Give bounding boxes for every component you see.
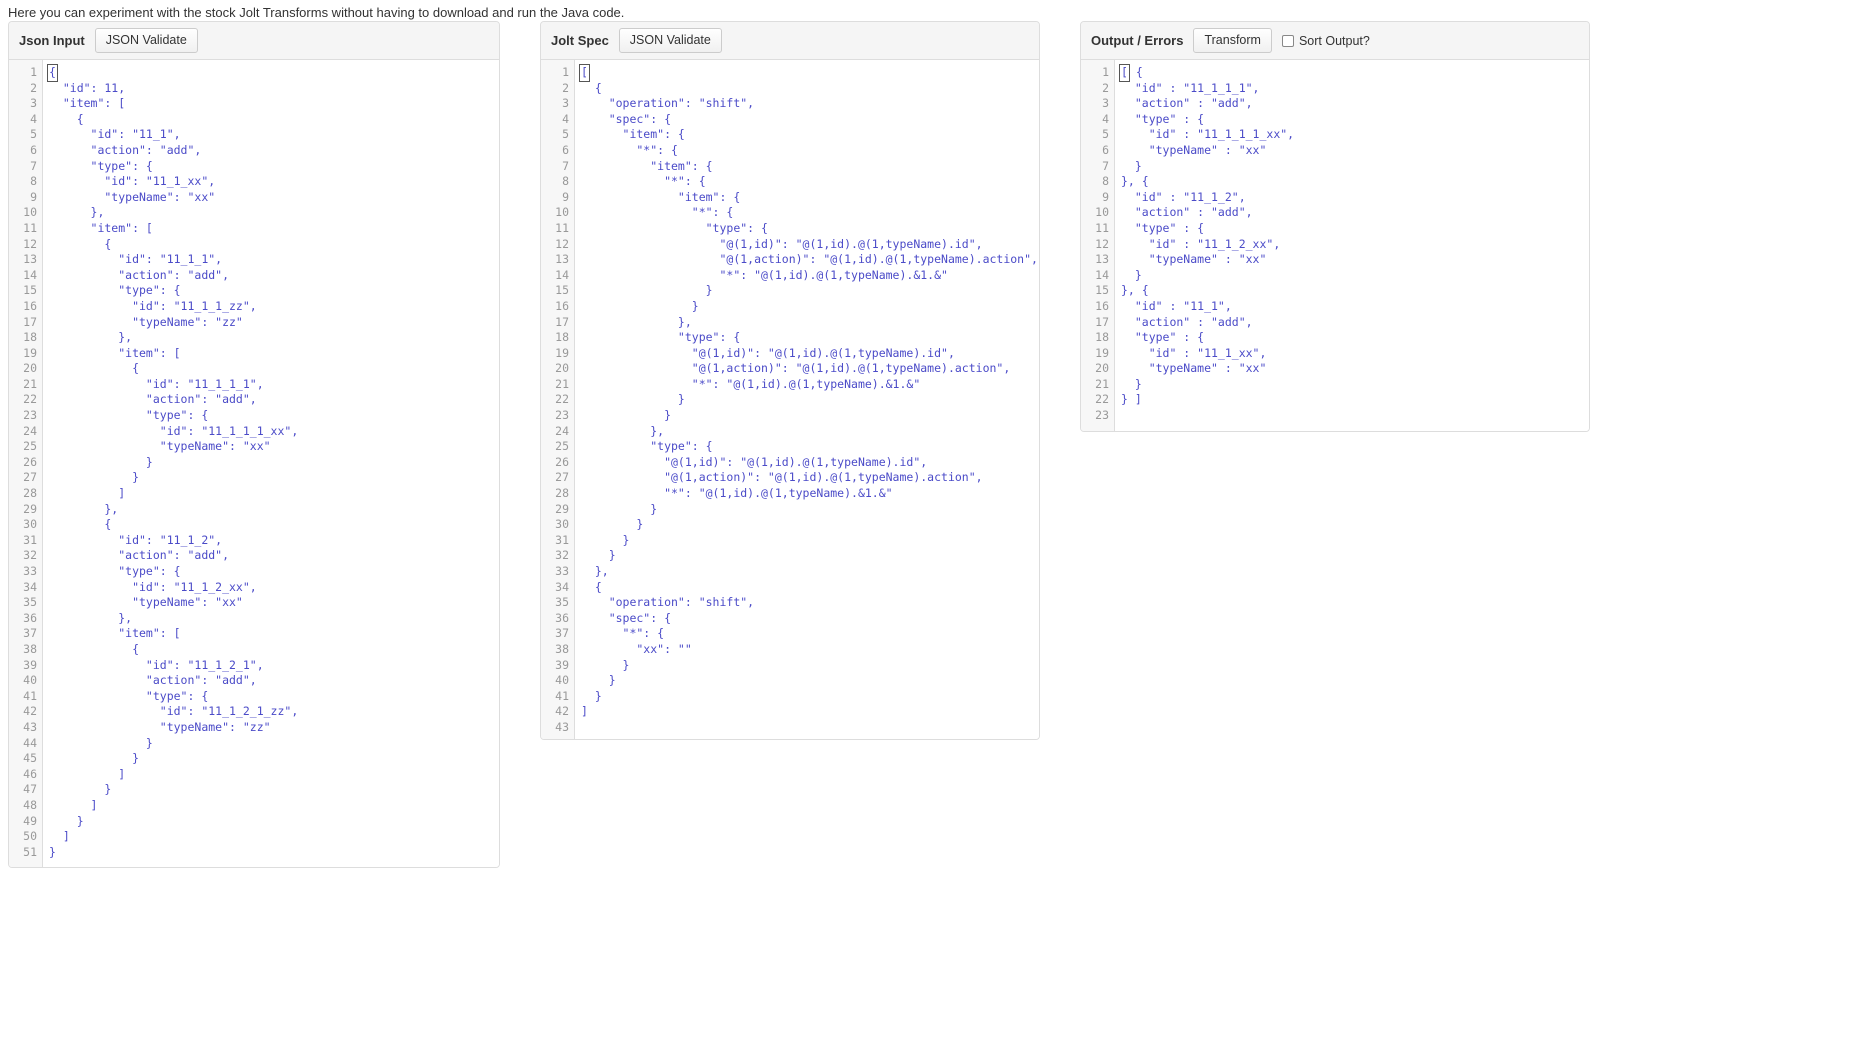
jolt-spec-code[interactable]: [ { "operation": "shift", "spec": { "ite…	[575, 60, 1039, 739]
json-validate-input-button[interactable]: JSON Validate	[94, 28, 198, 53]
output-errors-gutter: 1 2 3 4 5 6 7 8 9 10 11 12 13 14 15 16 1…	[1081, 60, 1115, 431]
output-errors-title: Output / Errors	[1091, 33, 1184, 48]
json-input-title: Json Input	[19, 33, 85, 48]
json-input-panel: Json Input JSON Validate 1 2 3 4 5 6 7 8…	[8, 21, 500, 868]
jolt-spec-gutter: 1 2 3 4 5 6 7 8 9 10 11 12 13 14 15 16 1…	[541, 60, 575, 739]
json-input-gutter: 1 2 3 4 5 6 7 8 9 10 11 12 13 14 15 16 1…	[9, 60, 43, 867]
sort-output-label: Sort Output?	[1298, 33, 1370, 48]
output-errors-code[interactable]: [ { "id" : "11_1_1_1", "action" : "add",…	[1115, 60, 1589, 431]
json-input-header: Json Input JSON Validate	[9, 22, 499, 60]
sort-output-checkbox[interactable]	[1281, 34, 1294, 47]
json-input-editor[interactable]: 1 2 3 4 5 6 7 8 9 10 11 12 13 14 15 16 1…	[9, 60, 499, 867]
jolt-spec-header: Jolt Spec JSON Validate	[541, 22, 1039, 60]
output-errors-panel: Output / Errors Transform Sort Output? 1…	[1080, 21, 1590, 432]
jolt-spec-panel: Jolt Spec JSON Validate 1 2 3 4 5 6 7 8 …	[540, 21, 1040, 740]
json-input-code[interactable]: { "id": 11, "item": [ { "id": "11_1", "a…	[43, 60, 499, 867]
jolt-spec-editor[interactable]: 1 2 3 4 5 6 7 8 9 10 11 12 13 14 15 16 1…	[541, 60, 1039, 739]
sort-output-checkbox-wrapper[interactable]: Sort Output?	[1281, 33, 1370, 48]
transform-button[interactable]: Transform	[1193, 28, 1272, 53]
page-intro-text: Here you can experiment with the stock J…	[8, 5, 625, 20]
json-validate-spec-button[interactable]: JSON Validate	[618, 28, 722, 53]
panels-container: Json Input JSON Validate 1 2 3 4 5 6 7 8…	[0, 21, 1873, 868]
output-errors-header: Output / Errors Transform Sort Output?	[1081, 22, 1589, 60]
jolt-spec-title: Jolt Spec	[551, 33, 609, 48]
output-errors-editor[interactable]: 1 2 3 4 5 6 7 8 9 10 11 12 13 14 15 16 1…	[1081, 60, 1589, 431]
